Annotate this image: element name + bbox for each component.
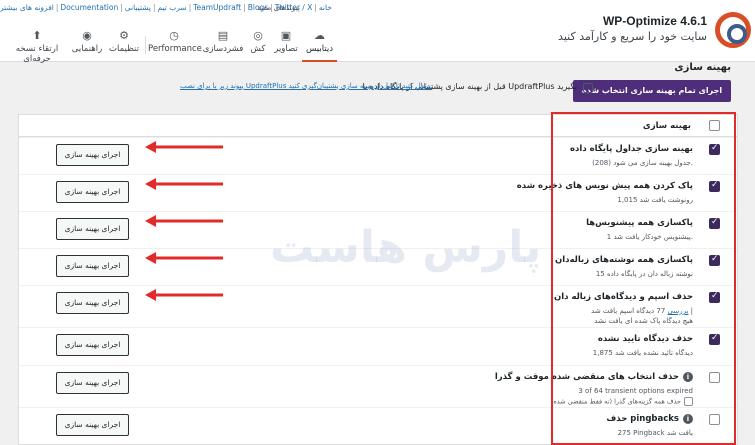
- settings-icon: ⚙: [119, 29, 129, 42]
- header: افزونه های بیشتر | Documentation | سرب تیم|پ…: [0, 0, 755, 65]
- cloud-icon: ☁: [314, 29, 325, 42]
- run-all-button[interactable]: اجرای تمام بهینه سازی انتخاب شده: [573, 80, 731, 102]
- red-arrow: [145, 215, 223, 227]
- run-optimization-button[interactable]: اجرای بهینه سازی: [56, 292, 129, 314]
- cache-icon: ◎: [253, 29, 263, 42]
- top-link[interactable]: Documentation: [60, 3, 118, 12]
- page-title: بهینه سازی: [674, 62, 731, 73]
- tab-1[interactable]: ▣ تصاویر: [270, 28, 302, 62]
- main-tabs: ☁ دیتابیس ▣ تصاویر ◎ کش ▤ فشردسازی ◷ Performance ⚙…: [0, 28, 337, 65]
- top-link[interactable]: سرب تیم: [157, 3, 186, 12]
- run-optimization-button[interactable]: اجرای بهینه سازی: [56, 144, 129, 166]
- tab-label: دیتابیس: [305, 44, 334, 54]
- red-arrow: [145, 252, 223, 264]
- tab-5[interactable]: ⚙ تنظیمات: [106, 28, 142, 62]
- tab-label: راهنمایی: [71, 44, 103, 54]
- updraftplus-link[interactable]: پیوند زیر با برای نصب UpdraftPlus دنبال …: [180, 82, 432, 90]
- top-link[interactable]: پشتیبانی: [125, 3, 151, 12]
- image-icon: ▣: [280, 29, 292, 42]
- run-optimization-button[interactable]: اجرای بهینه سازی: [56, 181, 129, 203]
- tab-3[interactable]: ▤ فشردسازی: [200, 28, 246, 62]
- red-arrow: [145, 289, 223, 301]
- app-subtitle: سایت خود را سریع و کارآمد کنید: [558, 30, 707, 43]
- link-separator: |: [314, 3, 317, 12]
- compress-icon: ▤: [217, 29, 229, 42]
- red-arrow: [145, 178, 223, 190]
- top-link[interactable]: TeamUpdraft: [193, 3, 241, 12]
- link-separator: |: [243, 3, 246, 12]
- run-optimization-button[interactable]: اجرای بهینه سازی: [56, 372, 129, 394]
- run-optimization-button[interactable]: اجرای بهینه سازی: [56, 255, 129, 277]
- link-separator: |: [152, 3, 156, 12]
- help-icon: ◉: [82, 29, 92, 42]
- link-separator: |: [188, 3, 192, 12]
- link-separator: |: [55, 3, 59, 12]
- run-optimization-button[interactable]: اجرای بهینه سازی: [56, 218, 129, 240]
- tab-0[interactable]: ☁ دیتابیس: [302, 28, 337, 62]
- notice-checkbox[interactable]: [583, 83, 593, 93]
- link-separator: |: [120, 3, 123, 12]
- app-title: WP-Optimize 4.6.1: [602, 14, 707, 28]
- run-optimization-button[interactable]: اجرای بهینه سازی: [56, 414, 129, 436]
- tab-6[interactable]: ◉ راهنمایی: [68, 28, 106, 62]
- premium-icon: ⬆: [32, 29, 42, 42]
- tab-7[interactable]: ⬆ ارتقاء نسخه حرفه‌ای: [6, 28, 68, 65]
- quick-links-label: پیوندهای مفید: [257, 3, 300, 12]
- top-link[interactable]: افزونه های بیشتر: [0, 3, 54, 12]
- tab-separator: [145, 36, 146, 54]
- performance-icon: ◷: [169, 29, 179, 42]
- highlight-box: [551, 112, 736, 445]
- red-arrow: [145, 141, 223, 153]
- wp-optimize-logo-icon: [715, 12, 751, 48]
- tab-label: تنظیمات: [109, 44, 139, 54]
- brand: WP-Optimize 4.6.1 سایت خود را سریع و کار…: [551, 12, 751, 52]
- run-optimization-button[interactable]: اجرای بهینه سازی: [56, 334, 129, 356]
- tab-label: Performance: [148, 44, 202, 54]
- tab-label: فشردسازی: [202, 44, 244, 54]
- tab-4[interactable]: ◷ Performance: [148, 28, 202, 62]
- tab-2[interactable]: ◎ کش: [246, 28, 270, 62]
- tab-label: کش: [250, 44, 266, 54]
- top-link[interactable]: خانه: [319, 3, 332, 12]
- tab-label: تصاویر: [274, 44, 298, 54]
- app-root: افزونه های بیشتر | Documentation | سرب تیم|پ…: [0, 0, 755, 445]
- watermark: پارس‌ هاست: [270, 222, 542, 273]
- tab-label: ارتقاء نسخه حرفه‌ای: [15, 44, 59, 64]
